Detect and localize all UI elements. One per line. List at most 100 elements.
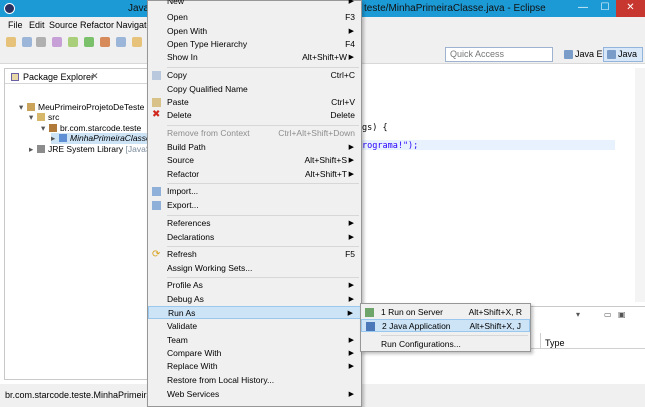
menu-item-label: Delete xyxy=(167,110,192,120)
window-title: teste/MinhaPrimeiraClasse.java - Eclipse xyxy=(364,3,546,14)
tree-item-src[interactable]: ▾ src xyxy=(29,112,59,123)
menu-item-label: Remove from Context xyxy=(167,128,250,138)
menu-item-run-as[interactable]: Run As ▶ xyxy=(148,306,361,319)
menu-item-label: References xyxy=(167,218,211,228)
print-icon[interactable] xyxy=(52,37,62,47)
source-folder-icon xyxy=(37,113,45,121)
expand-toggle-icon[interactable]: ▸ xyxy=(29,144,37,155)
tree-item-class[interactable]: ▸ MinhaPrimeiraClasse.j xyxy=(51,133,160,144)
menu-item-delete[interactable]: ✖ Delete Delete xyxy=(148,109,361,122)
expand-toggle-icon[interactable]: ▾ xyxy=(41,123,49,134)
menu-item-source[interactable]: Source Alt+Shift+S ▶ xyxy=(148,154,361,167)
debug-icon[interactable] xyxy=(68,37,78,47)
menu-item-remove-from-context[interactable]: Remove from Context Ctrl+Alt+Shift+Down xyxy=(148,127,361,140)
tree-item-label: JRE System Library xyxy=(48,144,124,154)
menu-item-open[interactable]: Open F3 xyxy=(148,11,361,24)
maximize-button[interactable]: ☐ xyxy=(594,0,616,17)
menu-item-label: Import... xyxy=(167,186,199,196)
new-class-icon[interactable] xyxy=(132,37,142,47)
menu-item-import[interactable]: Import... xyxy=(148,185,361,198)
menu-item-profile-as[interactable]: Profile As ▶ xyxy=(148,279,361,292)
close-button[interactable]: ✕ xyxy=(616,0,645,17)
menu-item-shortcut: Alt+Shift+S xyxy=(304,155,347,165)
expand-toggle-icon[interactable]: ▾ xyxy=(29,112,37,123)
menu-item-assign-working-sets[interactable]: Assign Working Sets... xyxy=(148,262,361,275)
menu-item-declarations[interactable]: Declarations ▶ xyxy=(148,231,361,244)
column-separator[interactable] xyxy=(540,333,541,349)
maximize-view-icon[interactable]: ▣ xyxy=(618,310,626,319)
menu-file[interactable]: File xyxy=(8,20,23,30)
submenu-arrow-icon: ▶ xyxy=(348,28,354,35)
menu-separator xyxy=(167,67,359,68)
tree-item-label: MinhaPrimeiraClasse.j xyxy=(70,133,156,143)
menu-item-refactor[interactable]: Refactor Alt+Shift+T ▶ xyxy=(148,168,361,181)
menu-item-web-services[interactable]: Web Services ▶ xyxy=(148,388,361,401)
menu-item-open-with[interactable]: Open With ▶ xyxy=(148,25,361,38)
package-explorer-tab[interactable]: Package Explorer ✕ xyxy=(5,69,149,84)
menu-item-build-path[interactable]: Build Path ▶ xyxy=(148,141,361,154)
quick-access-input[interactable]: Quick Access xyxy=(445,47,553,62)
run-as-submenu: 1 Run on Server Alt+Shift+X, R 2 Java App… xyxy=(360,303,531,352)
submenu-arrow-icon: ▶ xyxy=(348,0,354,5)
menu-item-copy[interactable]: Copy Ctrl+C xyxy=(148,69,361,82)
menu-item-java-application[interactable]: 2 Java Application Alt+Shift+X, J xyxy=(361,319,530,332)
perspective-java[interactable]: Java xyxy=(603,47,643,62)
submenu-arrow-icon: ▶ xyxy=(348,157,354,164)
code-editor[interactable] xyxy=(362,68,645,302)
column-header-type[interactable]: Type xyxy=(545,338,565,348)
menu-item-copy-qualified-name[interactable]: Copy Qualified Name xyxy=(148,83,361,96)
menu-item-label: Debug As xyxy=(167,294,204,304)
menu-item-replace-with[interactable]: Replace With ▶ xyxy=(148,360,361,373)
submenu-arrow-icon: ▶ xyxy=(348,220,354,227)
submenu-arrow-icon: ▶ xyxy=(348,337,354,344)
eclipse-icon xyxy=(4,3,15,14)
menu-item-show-in[interactable]: Show In Alt+Shift+W ▶ xyxy=(148,51,361,64)
menu-item-validate[interactable]: Validate xyxy=(148,320,361,333)
menu-separator xyxy=(167,125,359,126)
editor-overview-ruler xyxy=(635,68,645,302)
menu-source[interactable]: Source xyxy=(49,20,78,30)
menu-edit[interactable]: Edit xyxy=(29,20,45,30)
menu-refactor[interactable]: Refactor xyxy=(80,20,114,30)
menu-item-label: Paste xyxy=(167,97,189,107)
menu-item-export[interactable]: Export... xyxy=(148,199,361,212)
copy-icon xyxy=(152,71,161,80)
menu-separator xyxy=(167,277,359,278)
save-icon[interactable] xyxy=(22,37,32,47)
menu-item-shortcut: Alt+Shift+X, R xyxy=(468,307,522,317)
paste-icon xyxy=(152,98,161,107)
minimize-view-icon[interactable]: ▭ xyxy=(604,310,612,319)
new-java-project-icon[interactable] xyxy=(116,37,126,47)
run-icon[interactable] xyxy=(84,37,94,47)
menu-item-label: New xyxy=(167,0,185,6)
menu-item-team[interactable]: Team ▶ xyxy=(148,334,361,347)
minimize-button[interactable]: — xyxy=(572,0,594,17)
menu-item-run-on-server[interactable]: 1 Run on Server Alt+Shift+X, R xyxy=(361,306,530,319)
tree-item-label: MeuPrimeiroProjetoDeTeste xyxy=(38,102,145,112)
project-icon xyxy=(27,103,35,111)
menu-item-label: Copy xyxy=(167,70,187,80)
menu-item-run-configurations[interactable]: Run Configurations... xyxy=(361,338,530,351)
window-title-left: Java xyxy=(128,3,150,14)
menu-item-label: Open xyxy=(167,12,188,22)
new-icon[interactable] xyxy=(6,37,16,47)
submenu-arrow-icon: ▶ xyxy=(348,234,354,241)
menu-item-open-type-hierarchy[interactable]: Open Type Hierarchy F4 xyxy=(148,38,361,51)
menu-item-compare-with[interactable]: Compare With ▶ xyxy=(148,347,361,360)
menu-item-restore-from-local-history[interactable]: Restore from Local History... xyxy=(148,374,361,387)
menu-item-refresh[interactable]: ⟳ Refresh F5 xyxy=(148,248,361,261)
menu-item-shortcut: Ctrl+V xyxy=(331,97,355,107)
context-menu: New ▶ Open F3 Open With ▶ Open Type Hierarc… xyxy=(147,0,362,407)
close-icon[interactable]: ✕ xyxy=(91,71,99,82)
external-tools-icon[interactable] xyxy=(100,37,110,47)
menu-item-paste[interactable]: Paste Ctrl+V xyxy=(148,96,361,109)
menu-item-label: Refresh xyxy=(167,249,197,259)
save-all-icon[interactable] xyxy=(36,37,46,47)
expand-toggle-icon[interactable]: ▸ xyxy=(51,133,59,144)
menu-item-label: Export... xyxy=(167,200,199,210)
menu-item-debug-as[interactable]: Debug As ▶ xyxy=(148,293,361,306)
view-menu-icon[interactable]: ▾ xyxy=(576,310,580,319)
menu-item-new[interactable]: New ▶ xyxy=(148,0,361,8)
menu-item-references[interactable]: References ▶ xyxy=(148,217,361,230)
expand-toggle-icon[interactable]: ▾ xyxy=(19,102,27,113)
